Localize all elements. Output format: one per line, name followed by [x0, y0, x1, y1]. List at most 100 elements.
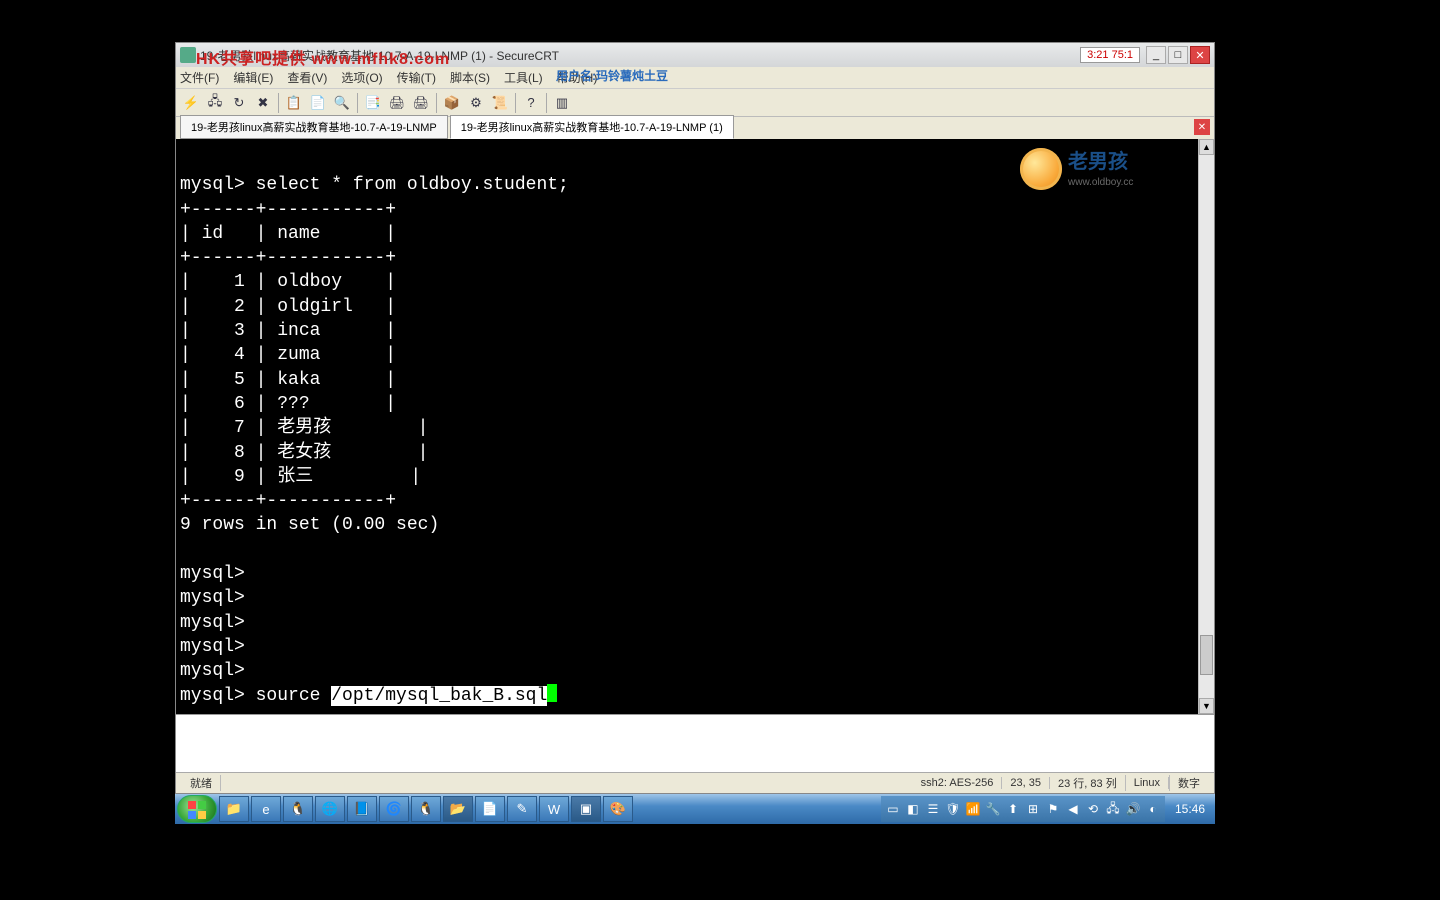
- tb-session-icon[interactable]: ▥: [551, 92, 573, 114]
- scrollbar-thumb[interactable]: [1200, 635, 1213, 675]
- terminal-prompt: mysql>: [180, 686, 256, 706]
- scrollbar-track[interactable]: [1199, 155, 1214, 698]
- terminal-sep: +------+-----------+: [180, 200, 396, 220]
- taskbar-securecrt-icon[interactable]: ▣: [571, 796, 601, 822]
- tb-sftp-icon[interactable]: 📦: [441, 92, 463, 114]
- tray-av-icon[interactable]: 🛡: [945, 801, 961, 817]
- selected-path: /opt/mysql_bak_B.sql: [331, 686, 547, 706]
- table-row: | 6 | ??? |: [180, 394, 396, 414]
- terminal-prompt: mysql>: [180, 637, 256, 657]
- tray-icon[interactable]: ⚑: [1045, 801, 1061, 817]
- oldboy-logo: 老男孩 www.oldboy.cc: [1020, 145, 1190, 193]
- status-numlock: 数字: [1169, 775, 1208, 791]
- tb-script-icon[interactable]: 📜: [489, 92, 511, 114]
- toolbar-separator: [278, 93, 279, 113]
- tb-paste-icon[interactable]: 📄: [307, 92, 329, 114]
- logo-icon: [1020, 148, 1062, 190]
- table-row: | 2 | oldgirl |: [180, 297, 396, 317]
- tray-network-icon[interactable]: 🖧: [1105, 801, 1121, 817]
- terminal-prompt: mysql>: [180, 661, 256, 681]
- tb-quick-connect-icon[interactable]: ⚡: [180, 92, 202, 114]
- taskbar-app-icon[interactable]: 🌐: [315, 796, 345, 822]
- toolbar: ⚡ 🖧 ↻ ✖ 📋 📄 🔍 📑 🖨 🖨 📦 ⚙ 📜 ? ▥: [176, 89, 1214, 117]
- source-command: source: [256, 686, 332, 706]
- taskbar-clock[interactable]: 15:46: [1167, 802, 1213, 816]
- logo-text-cn: 老男孩: [1068, 149, 1133, 176]
- tray-icon[interactable]: 📶: [965, 801, 981, 817]
- taskbar-ie-icon[interactable]: e: [251, 796, 281, 822]
- terminal-header: | id | name |: [180, 224, 396, 244]
- table-row: | 1 | oldboy |: [180, 272, 396, 292]
- scrollbar[interactable]: ▲ ▼: [1198, 139, 1214, 714]
- windows-taskbar: 📁 e 🐧 🌐 📘 🌀 🐧 📂 📄 ✎ W ▣ 🎨 ▭ ◧ ☰ 🛡 📶 🔧 ⬆ …: [175, 794, 1215, 824]
- tb-options-icon[interactable]: ⚙: [465, 92, 487, 114]
- tb-properties-icon[interactable]: 📑: [362, 92, 384, 114]
- close-button[interactable]: ✕: [1190, 46, 1210, 64]
- terminal[interactable]: mysql> select * from oldboy.student; +--…: [176, 139, 1198, 714]
- menu-options[interactable]: 选项(O): [341, 69, 382, 86]
- tray-icon[interactable]: ⟲: [1085, 801, 1101, 817]
- taskbar-notepad-icon[interactable]: 📄: [475, 796, 505, 822]
- terminal-line: mysql> select * from oldboy.student;: [180, 175, 569, 195]
- tab-close-button[interactable]: ✕: [1194, 119, 1210, 135]
- watermark-overlay: HK共享吧提供 www.mfhk8.com: [196, 45, 450, 69]
- recording-badge: 3:21 75:1: [1080, 47, 1140, 63]
- tray-icon[interactable]: ◐: [1145, 801, 1161, 817]
- tray-ime-icon[interactable]: ◧: [905, 801, 921, 817]
- table-row: | 9 | 张三 |: [180, 467, 421, 487]
- tb-reconnect-icon[interactable]: ↻: [228, 92, 250, 114]
- session-tab-2-active[interactable]: 19-老男孩linux高薪实战教育基地-10.7-A-19-LNMP (1): [450, 115, 734, 139]
- menu-edit[interactable]: 编辑(E): [233, 69, 273, 86]
- scrollll-up-icon[interactable]: ▲: [1199, 139, 1214, 155]
- terminal-summary: 9 rows in set (0.00 sec): [180, 515, 439, 535]
- taskbar-app-icon[interactable]: 📘: [347, 796, 377, 822]
- cursor: [547, 684, 557, 702]
- taskbar-app-icon[interactable]: 🌀: [379, 796, 409, 822]
- tb-connect-icon[interactable]: 🖧: [204, 92, 226, 114]
- menu-script[interactable]: 脚本(S): [450, 69, 490, 86]
- toolbar-separator: [436, 93, 437, 113]
- tb-copy-icon[interactable]: 📋: [283, 92, 305, 114]
- minimize-button[interactable]: _: [1146, 46, 1166, 64]
- menubar: 文件(F) 编辑(E) 查看(V) 选项(O) 传输(T) 脚本(S) 工具(L…: [176, 67, 1214, 89]
- tb-disconnect-icon[interactable]: ✖: [252, 92, 274, 114]
- tray-icon[interactable]: ☰: [925, 801, 941, 817]
- securecrt-window: 19-老男孩linux高薪实战教育基地-10.7-A-19-LNMP (1) -…: [175, 42, 1215, 794]
- tray-icon[interactable]: ⊞: [1025, 801, 1041, 817]
- menu-view[interactable]: 查看(V): [287, 69, 327, 86]
- tb-help-icon[interactable]: ?: [520, 92, 542, 114]
- toolbar-separator: [357, 93, 358, 113]
- tb-find-icon[interactable]: 🔍: [331, 92, 353, 114]
- taskbar-app-icon[interactable]: 🐧: [411, 796, 441, 822]
- table-row: | 4 | zuma |: [180, 345, 396, 365]
- tray-icon[interactable]: ⬆: [1005, 801, 1021, 817]
- table-row: | 5 | kaka |: [180, 370, 396, 390]
- menu-transfer[interactable]: 传输(T): [397, 69, 436, 86]
- taskbar-folder-icon[interactable]: 📂: [443, 796, 473, 822]
- scroll-down-icon[interactable]: ▼: [1199, 698, 1214, 714]
- tray-icon[interactable]: ◀: [1065, 801, 1081, 817]
- session-tab-1[interactable]: 19-老男孩linux高薪实战教育基地-10.7-A-19-LNMP: [180, 115, 448, 139]
- toolbar-separator: [515, 93, 516, 113]
- maximize-button[interactable]: □: [1168, 46, 1188, 64]
- tb-print-icon[interactable]: 🖨: [386, 92, 408, 114]
- command-pane[interactable]: [176, 714, 1214, 772]
- tb-print2-icon[interactable]: 🖨: [410, 92, 432, 114]
- tray-show-desktop-icon[interactable]: ▭: [885, 801, 901, 817]
- tray-volume-icon[interactable]: 🔊: [1125, 801, 1141, 817]
- tray-icon[interactable]: 🔧: [985, 801, 1001, 817]
- toolbar-separator: [546, 93, 547, 113]
- table-row: | 8 | 老女孩 |: [180, 443, 428, 463]
- taskbar-app-icon[interactable]: 🎨: [603, 796, 633, 822]
- terminal-area: mysql> select * from oldboy.student; +--…: [176, 139, 1214, 714]
- menu-tools[interactable]: 工具(L): [504, 69, 543, 86]
- menu-file[interactable]: 文件(F): [180, 69, 219, 86]
- statusbar: 就绪 ssh2: AES-256 23, 35 23 行, 83 列 Linux…: [176, 772, 1214, 792]
- taskbar-editor-icon[interactable]: ✎: [507, 796, 537, 822]
- terminal-prompt: mysql>: [180, 588, 256, 608]
- taskbar-explorer-icon[interactable]: 📁: [219, 796, 249, 822]
- status-connection: ssh2: AES-256: [913, 777, 1003, 789]
- taskbar-qq-icon[interactable]: 🐧: [283, 796, 313, 822]
- start-button[interactable]: [177, 795, 217, 823]
- taskbar-word-icon[interactable]: W: [539, 796, 569, 822]
